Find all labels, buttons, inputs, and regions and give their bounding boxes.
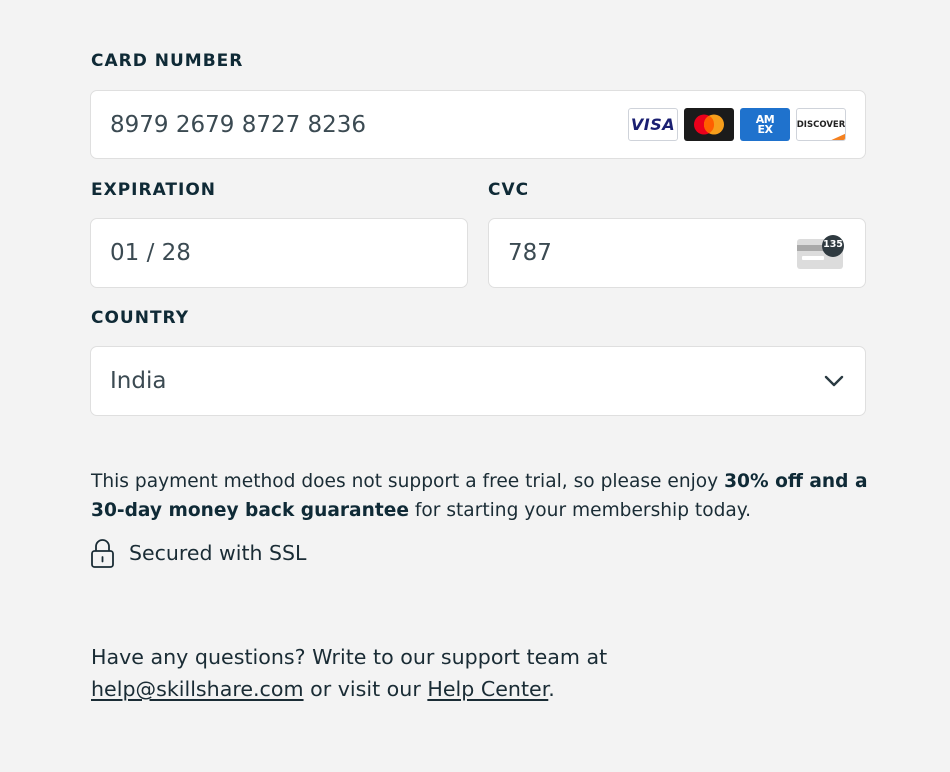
expiration-label: EXPIRATION <box>91 180 217 200</box>
amex-icon: AM EX <box>740 108 790 141</box>
lock-icon <box>91 539 114 568</box>
card-brands: VISA AM EX DISCOVER <box>628 108 846 141</box>
country-select[interactable]: India <box>90 346 866 416</box>
expiration-field[interactable]: 01 / 28 <box>90 218 468 288</box>
help-center-link[interactable]: Help Center <box>427 677 548 701</box>
card-number-label: CARD NUMBER <box>91 51 244 71</box>
mastercard-icon <box>684 108 734 141</box>
ssl-notice: Secured with SSL <box>91 538 306 568</box>
cvc-value: 787 <box>508 240 552 266</box>
cvc-label: CVC <box>488 180 530 200</box>
trial-note: This payment method does not support a f… <box>91 471 868 521</box>
card-number-field[interactable]: 8979 2679 8727 8236 VISA AM EX DISCOVER <box>90 90 866 159</box>
country-label: COUNTRY <box>91 308 190 328</box>
visa-icon: VISA <box>628 108 678 141</box>
ssl-label: Secured with SSL <box>129 541 307 565</box>
expiration-value: 01 / 28 <box>110 240 191 266</box>
card-number-value: 8979 2679 8727 8236 <box>110 111 367 138</box>
payment-form: CARD NUMBER 8979 2679 8727 8236 VISA AM E… <box>0 0 950 772</box>
country-value: India <box>110 368 167 394</box>
cvc-field[interactable]: 787 135 <box>488 218 866 288</box>
support-text: Have any questions? Write to our support… <box>91 645 608 701</box>
cvc-badge-text: 135 <box>823 239 843 250</box>
discover-icon: DISCOVER <box>796 108 846 141</box>
support-email-link[interactable]: help@skillshare.com <box>91 677 304 701</box>
chevron-down-icon <box>824 375 844 387</box>
card-back-icon: 135 <box>797 235 845 271</box>
